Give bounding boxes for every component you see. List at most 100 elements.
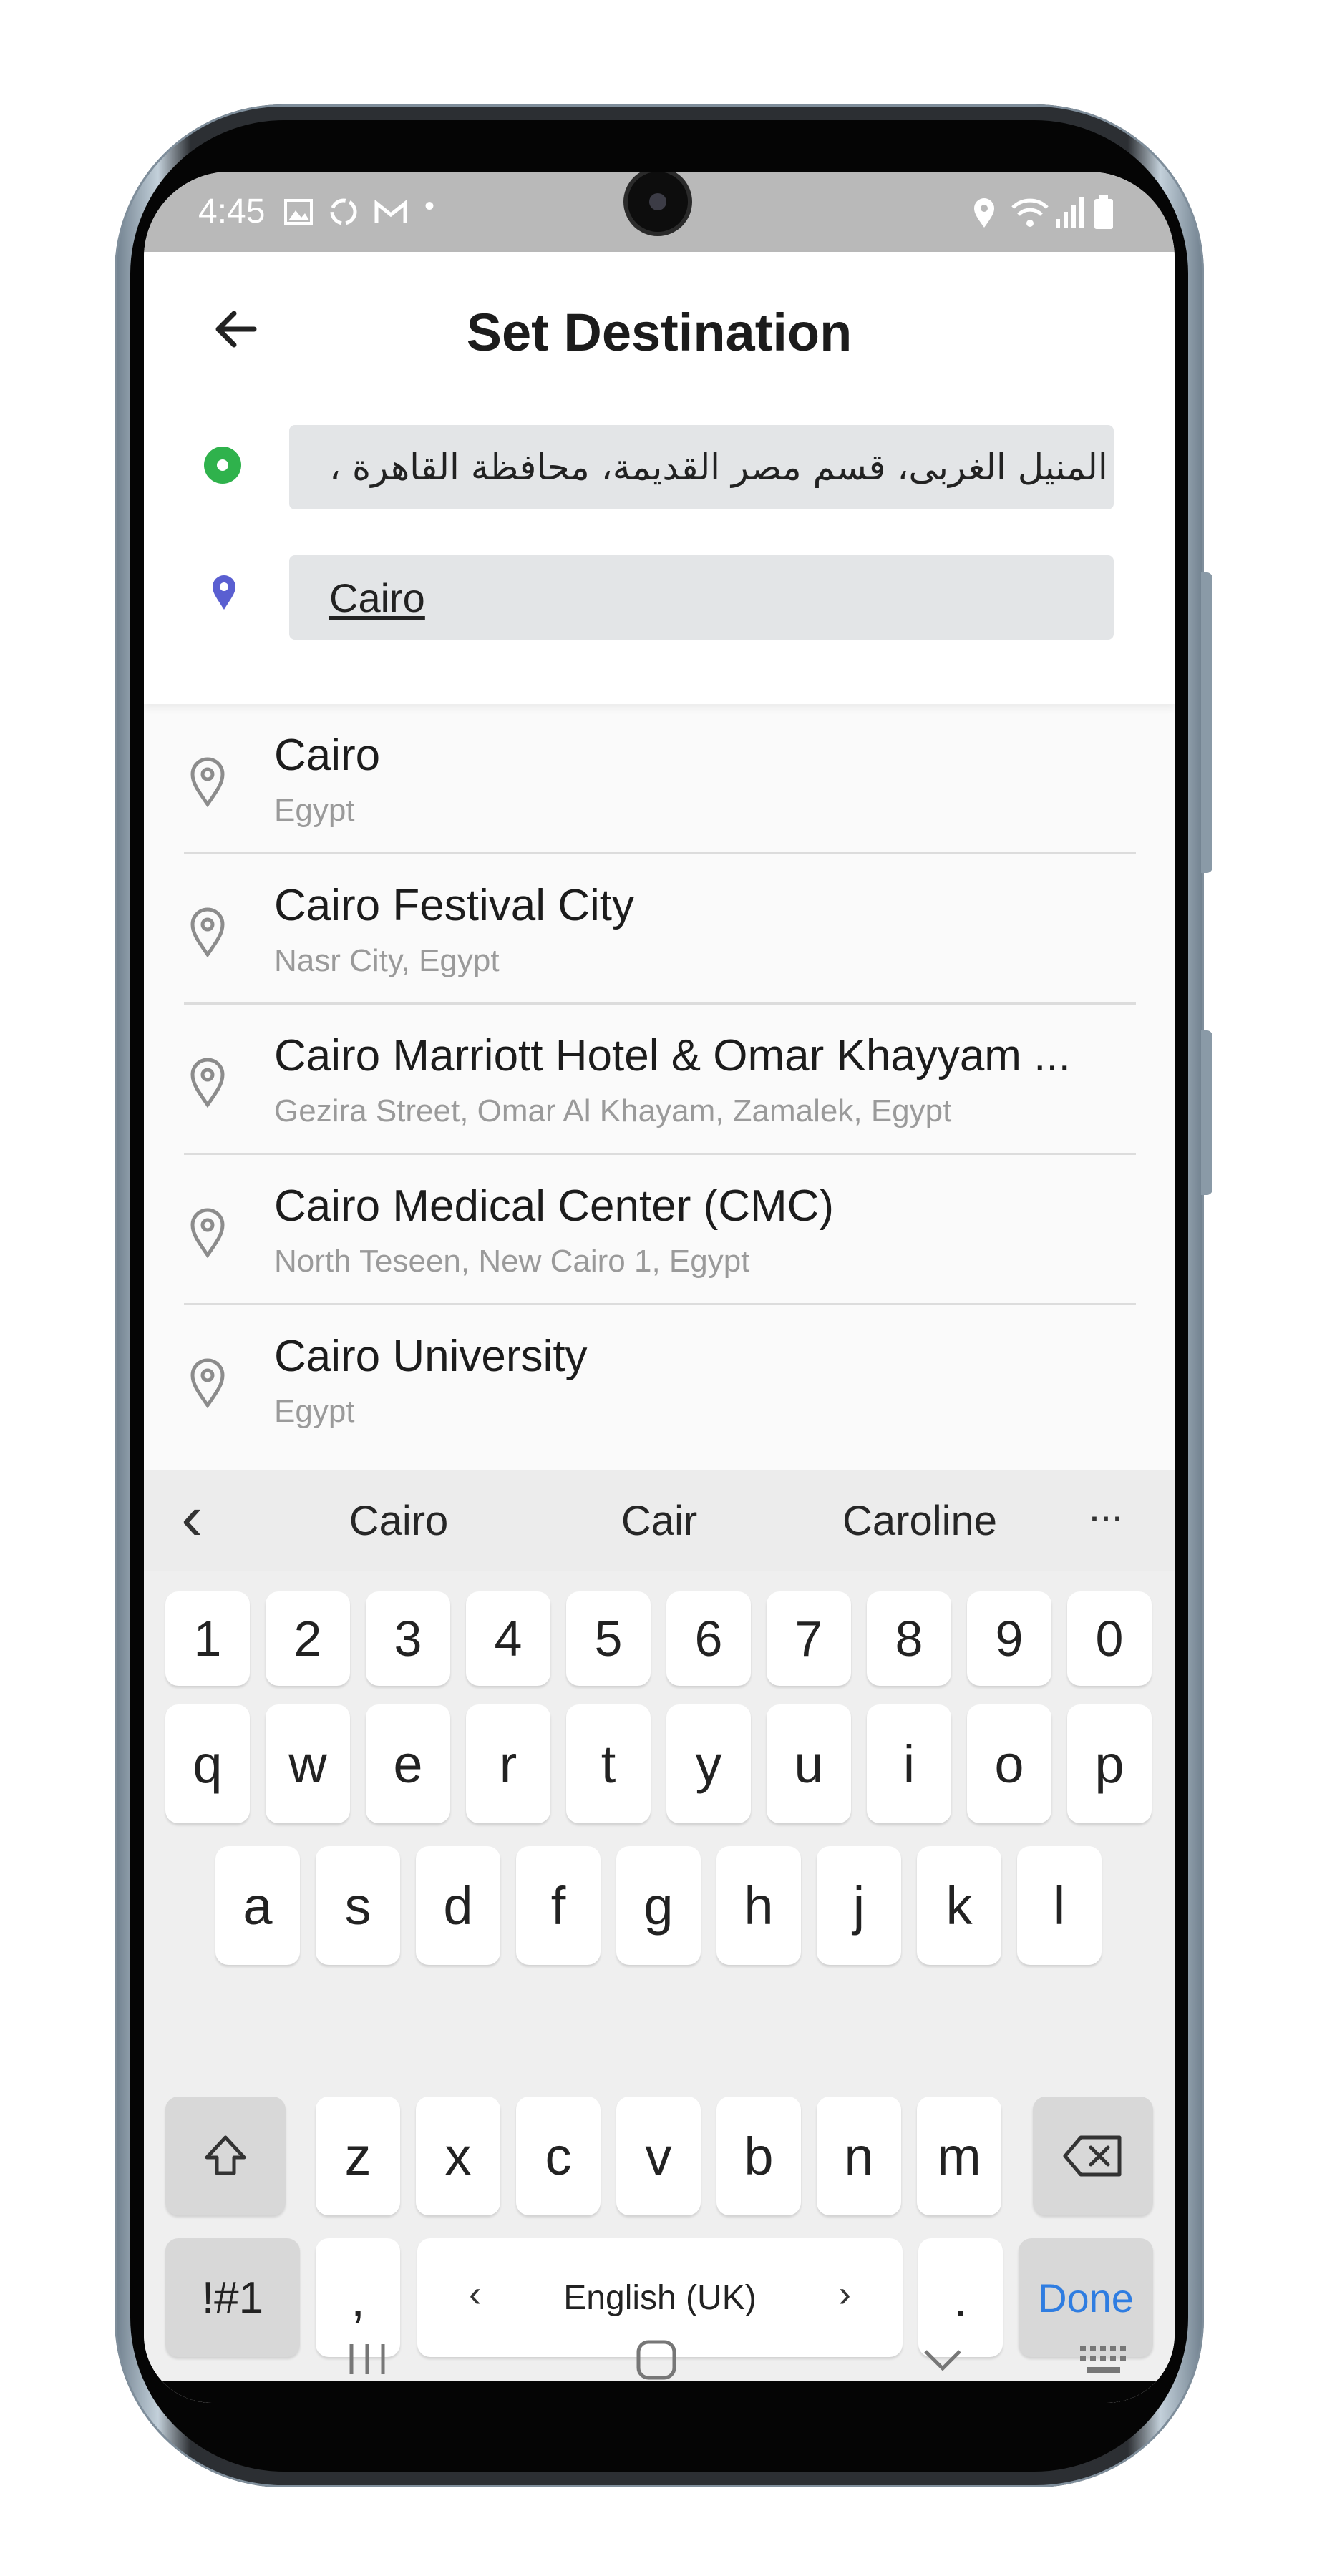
location-pin-icon — [190, 1358, 225, 1408]
result-item[interactable]: Cairo Marriott Hotel & Omar Khayyam ... … — [144, 1005, 1175, 1155]
location-pin-icon — [190, 757, 225, 807]
key-2[interactable]: 2 — [266, 1591, 350, 1686]
sync-icon — [330, 198, 357, 225]
key-label: 3 — [394, 1611, 422, 1667]
key-7[interactable]: 7 — [767, 1591, 851, 1686]
key-a[interactable]: a — [215, 1846, 300, 1965]
key-label: v — [645, 2126, 672, 2186]
key-3[interactable]: 3 — [366, 1591, 450, 1686]
volume-button — [1201, 572, 1212, 873]
result-item[interactable]: Cairo Festival City Nasr City, Egypt — [144, 854, 1175, 1005]
result-item[interactable]: Cairo Medical Center (CMC) North Teseen,… — [144, 1155, 1175, 1305]
soft-keyboard: ‹ Cairo Cair Caroline ··· !#1 , ‹ Englis… — [144, 1470, 1175, 2403]
key-s[interactable]: s — [316, 1846, 400, 1965]
key-8[interactable]: 8 — [867, 1591, 951, 1686]
result-subtitle: North Teseen, New Cairo 1, Egypt — [274, 1244, 750, 1279]
key-m[interactable]: m — [917, 2097, 1001, 2215]
result-subtitle: Gezira Street, Omar Al Khayam, Zamalek, … — [274, 1093, 952, 1128]
key-label: 5 — [594, 1611, 623, 1667]
result-subtitle: Egypt — [274, 793, 355, 828]
key-n[interactable]: n — [817, 2097, 901, 2215]
signal-icon — [1056, 197, 1084, 228]
key-f[interactable]: f — [516, 1846, 601, 1965]
key-label: x — [444, 2126, 472, 2186]
suggestion-item[interactable]: Cair — [552, 1497, 767, 1545]
key-label: e — [393, 1734, 423, 1794]
key-label: r — [499, 1734, 517, 1794]
key-w[interactable]: w — [266, 1704, 350, 1823]
result-title: Cairo Festival City — [274, 881, 634, 930]
suggestion-back-button[interactable]: ‹ — [181, 1481, 203, 1555]
backspace-key[interactable] — [1033, 2097, 1153, 2215]
recent-apps-icon[interactable] — [347, 2341, 387, 2377]
space-right-arrow: › — [838, 2273, 851, 2315]
key-label: s — [344, 1875, 371, 1936]
key-z[interactable]: z — [316, 2097, 400, 2215]
key-0[interactable]: 0 — [1067, 1591, 1152, 1686]
key-p[interactable]: p — [1067, 1704, 1152, 1823]
key-4[interactable]: 4 — [466, 1591, 550, 1686]
destination-input[interactable]: Cairo — [289, 555, 1114, 640]
location-pin-icon — [190, 1208, 225, 1258]
phone-screen: 4:45 • Set Destination المنيل الغربى، قس… — [144, 172, 1175, 2403]
destination-header: Set Destination المنيل الغربى، قسم مصر ا… — [144, 252, 1175, 704]
key-label: d — [443, 1875, 473, 1936]
search-results-list: Cairo Egypt Cairo Festival City Nasr Cit… — [144, 704, 1175, 1455]
keyboard-switch-icon[interactable] — [1079, 2344, 1129, 2376]
suggestion-item[interactable]: Caroline — [812, 1497, 1027, 1545]
key-r[interactable]: r — [466, 1704, 550, 1823]
key-e[interactable]: e — [366, 1704, 450, 1823]
key-5[interactable]: 5 — [566, 1591, 651, 1686]
key-label: k — [946, 1875, 973, 1936]
key-label: b — [744, 2126, 774, 2186]
key-k[interactable]: k — [917, 1846, 1001, 1965]
space-left-arrow: ‹ — [469, 2273, 482, 2315]
key-label: w — [288, 1734, 327, 1794]
status-time: 4:45 — [198, 192, 266, 230]
key-j[interactable]: j — [817, 1846, 901, 1965]
key-l[interactable]: l — [1017, 1846, 1102, 1965]
origin-dot-icon — [204, 447, 241, 484]
result-item[interactable]: Cairo Egypt — [144, 704, 1175, 854]
key-u[interactable]: u — [767, 1704, 851, 1823]
space-key-label: English (UK) — [563, 2278, 757, 2317]
key-g[interactable]: g — [616, 1846, 701, 1965]
key-1[interactable]: 1 — [165, 1591, 250, 1686]
key-label: 0 — [1095, 1611, 1124, 1667]
key-y[interactable]: y — [666, 1704, 751, 1823]
screen-bottom-bezel — [144, 2381, 1175, 2403]
image-icon — [284, 199, 313, 225]
key-q[interactable]: q — [165, 1704, 250, 1823]
key-label: z — [344, 2126, 371, 2186]
key-v[interactable]: v — [616, 2097, 701, 2215]
key-label: 1 — [193, 1611, 222, 1667]
key-d[interactable]: d — [416, 1846, 500, 1965]
key-o[interactable]: o — [967, 1704, 1051, 1823]
suggestion-item[interactable]: Cairo — [291, 1497, 506, 1545]
origin-input[interactable]: المنيل الغربى، قسم مصر القديمة، محافظة ا… — [289, 425, 1114, 509]
wifi-icon — [1011, 198, 1049, 227]
shift-icon — [205, 2135, 246, 2175]
backspace-icon — [1063, 2135, 1122, 2177]
key-label: g — [643, 1875, 674, 1936]
location-pin-icon — [190, 1058, 225, 1108]
key-x[interactable]: x — [416, 2097, 500, 2215]
back-icon[interactable] — [921, 2346, 964, 2374]
key-c[interactable]: c — [516, 2097, 601, 2215]
result-title: Cairo University — [274, 1332, 588, 1381]
key-b[interactable]: b — [716, 2097, 801, 2215]
key-h[interactable]: h — [716, 1846, 801, 1965]
result-item[interactable]: Cairo University Egypt — [144, 1305, 1175, 1455]
key-label: a — [243, 1875, 273, 1936]
location-pin-icon — [190, 907, 225, 957]
more-suggestions-button[interactable]: ··· — [1087, 1491, 1124, 1541]
home-icon[interactable] — [635, 2338, 678, 2381]
key-6[interactable]: 6 — [666, 1591, 751, 1686]
key-i[interactable]: i — [867, 1704, 951, 1823]
key-label: j — [852, 1875, 865, 1936]
key-label: l — [1053, 1875, 1066, 1936]
key-t[interactable]: t — [566, 1704, 651, 1823]
destination-input-value: Cairo — [329, 575, 425, 620]
shift-key[interactable] — [165, 2097, 286, 2215]
key-9[interactable]: 9 — [967, 1591, 1051, 1686]
